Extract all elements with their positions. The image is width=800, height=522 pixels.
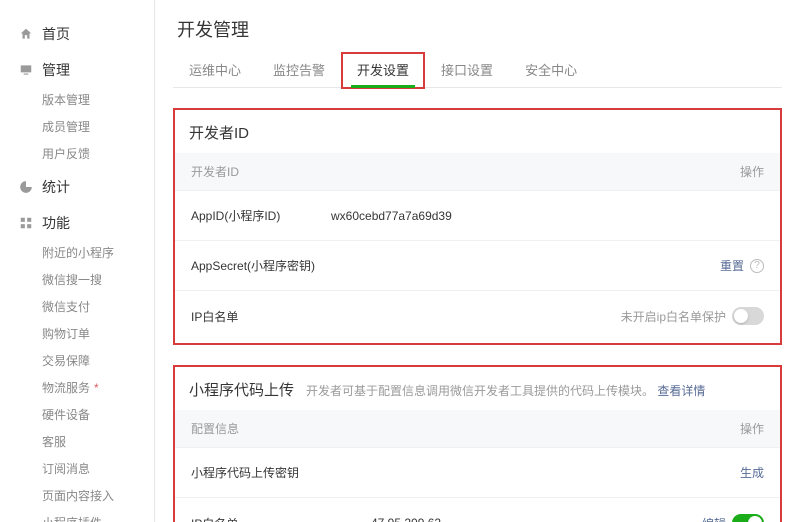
tab-monitor[interactable]: 监控告警 <box>257 52 341 87</box>
tab-security[interactable]: 安全中心 <box>509 52 593 87</box>
table-header: 配置信息 操作 <box>175 410 780 447</box>
nav-func-item[interactable]: 购物订单 <box>42 320 154 347</box>
tab-ops[interactable]: 运维中心 <box>173 52 257 87</box>
col-action: 操作 <box>704 163 764 180</box>
toggle-note: 未开启ip白名单保护 <box>621 308 726 325</box>
nav-manage-item[interactable]: 用户反馈 <box>42 140 154 167</box>
nav-home-label: 首页 <box>42 24 70 44</box>
col-key: 配置信息 <box>191 420 704 437</box>
panel-title: 小程序代码上传 <box>189 379 294 400</box>
main: 开发管理 运维中心 监控告警 开发设置 接口设置 安全中心 开发者ID 开发者I… <box>155 0 800 522</box>
nav-func-item[interactable]: 物流服务 <box>42 374 154 401</box>
cell-key: 小程序代码上传密钥 <box>191 464 371 481</box>
tab-dev-settings[interactable]: 开发设置 <box>341 52 425 89</box>
monitor-icon <box>18 62 34 78</box>
row-ipwhitelist: IP白名单 未开启ip白名单保护 <box>175 290 780 341</box>
nav-func-item[interactable]: 页面内容接入 <box>42 482 154 509</box>
panel-subtitle: 开发者可基于配置信息调用微信开发者工具提供的代码上传模块。 查看详情 <box>306 382 705 399</box>
nav-stats[interactable]: 统计 <box>0 171 154 203</box>
nav-func-item[interactable]: 附近的小程序 <box>42 239 154 266</box>
row-upload-ip: IP白名单 47.95.209.62 编辑 <box>175 497 780 522</box>
toggle-group: 未开启ip白名单保护 <box>621 307 764 325</box>
nav-func-item[interactable]: 订阅消息 <box>42 455 154 482</box>
nav-func-item[interactable]: 微信搜一搜 <box>42 266 154 293</box>
grid-icon <box>18 215 34 231</box>
nav-func-item[interactable]: 小程序插件 <box>42 509 154 522</box>
table-header: 开发者ID 操作 <box>175 153 780 190</box>
nav-func-item[interactable]: 硬件设备 <box>42 401 154 428</box>
help-icon[interactable]: ? <box>750 259 764 273</box>
row-upload-key: 小程序代码上传密钥 生成 <box>175 447 780 497</box>
cell-value: 47.95.209.62 <box>371 516 702 522</box>
tab-api[interactable]: 接口设置 <box>425 52 509 87</box>
col-action: 操作 <box>704 420 764 437</box>
nav-func[interactable]: 功能 <box>0 207 154 239</box>
reset-button[interactable]: 重置 ? <box>720 257 764 274</box>
nav-manage-label: 管理 <box>42 60 70 80</box>
nav-func-item[interactable]: 客服 <box>42 428 154 455</box>
tabs: 运维中心 监控告警 开发设置 接口设置 安全中心 <box>173 52 782 88</box>
nav-home[interactable]: 首页 <box>0 18 154 50</box>
code-upload-panel: 小程序代码上传 开发者可基于配置信息调用微信开发者工具提供的代码上传模块。 查看… <box>173 365 782 522</box>
cell-key: AppID(小程序ID) <box>191 207 331 224</box>
nav-manage[interactable]: 管理 <box>0 54 154 86</box>
upload-ip-toggle[interactable] <box>732 514 764 522</box>
cell-key: AppSecret(小程序密钥) <box>191 257 331 274</box>
sidebar: 首页 管理 版本管理 成员管理 用户反馈 统计 功能 附近的小程序 微信搜一搜 … <box>0 0 155 522</box>
edit-button[interactable]: 编辑 <box>702 515 726 522</box>
home-icon <box>18 26 34 42</box>
nav-func-item[interactable]: 微信支付 <box>42 293 154 320</box>
nav-func-item[interactable]: 交易保障 <box>42 347 154 374</box>
row-appid: AppID(小程序ID) wx60cebd77a7a69d39 <box>175 190 780 240</box>
panel-title: 开发者ID <box>175 110 780 153</box>
nav-stats-label: 统计 <box>42 177 70 197</box>
cell-value: wx60cebd77a7a69d39 <box>331 209 764 223</box>
nav-manage-item[interactable]: 版本管理 <box>42 86 154 113</box>
generate-button[interactable]: 生成 <box>740 464 764 481</box>
action-group: 编辑 <box>702 514 764 522</box>
chart-icon <box>18 179 34 195</box>
cell-key: IP白名单 <box>191 515 371 522</box>
nav-func-label: 功能 <box>42 213 70 233</box>
page-title: 开发管理 <box>177 16 782 42</box>
col-key: 开发者ID <box>191 163 704 180</box>
view-details-link[interactable]: 查看详情 <box>657 384 705 398</box>
row-appsecret: AppSecret(小程序密钥) 重置 ? <box>175 240 780 290</box>
ip-whitelist-toggle[interactable] <box>732 307 764 325</box>
developer-id-panel: 开发者ID 开发者ID 操作 AppID(小程序ID) wx60cebd77a7… <box>173 108 782 345</box>
nav-manage-item[interactable]: 成员管理 <box>42 113 154 140</box>
cell-key: IP白名单 <box>191 308 331 325</box>
